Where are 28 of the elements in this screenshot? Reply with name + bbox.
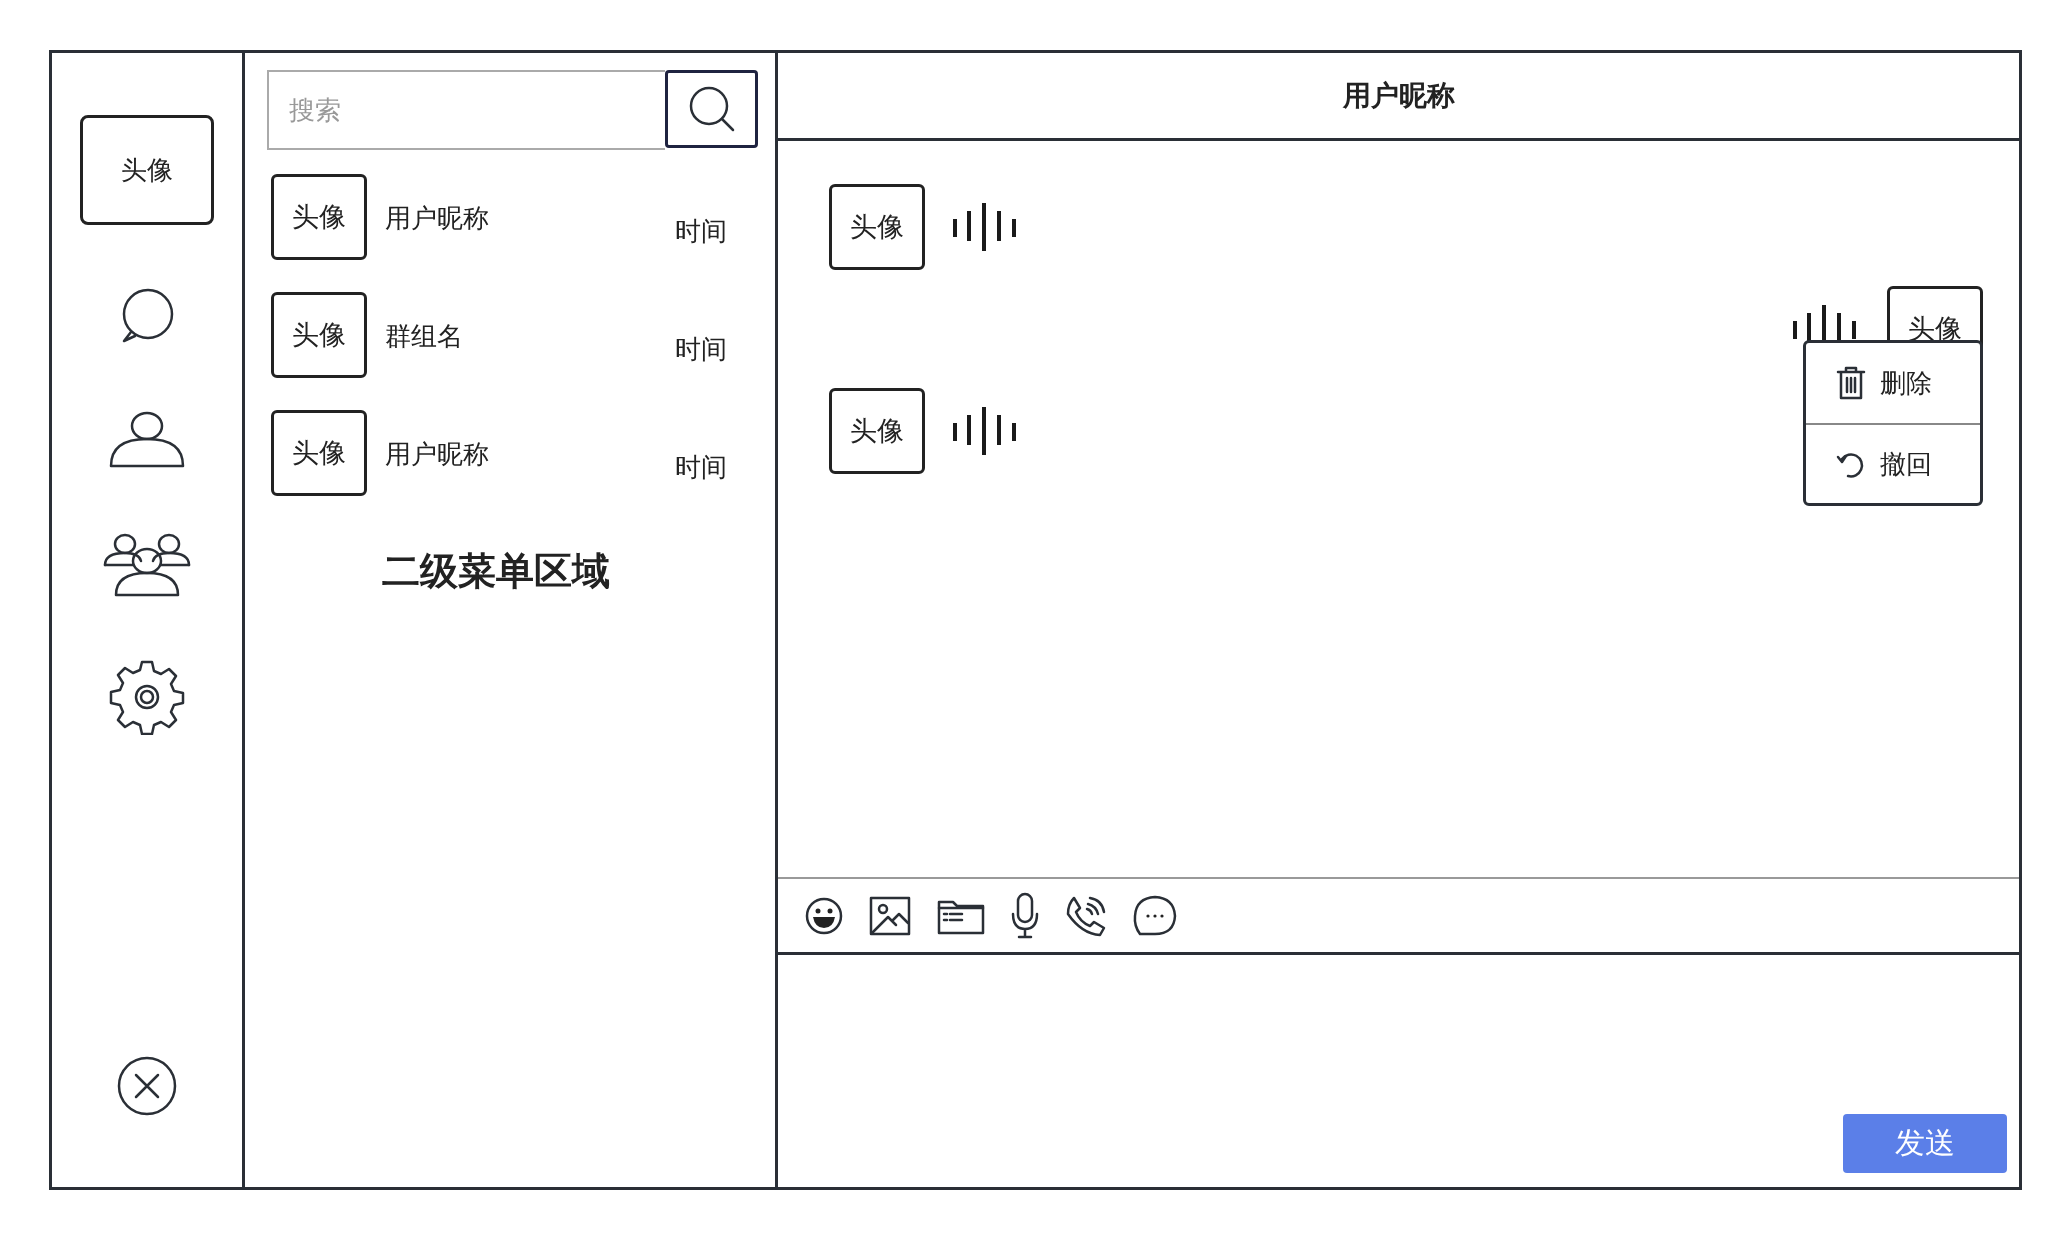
conversation-time: 时间 [675, 215, 727, 248]
image-icon[interactable] [868, 894, 912, 937]
avatar: 头像 [829, 388, 925, 474]
conversation-time: 时间 [675, 333, 727, 366]
conversation-name[interactable]: 用户昵称 [385, 437, 675, 472]
menu-item[interactable]: 撤回 [1806, 423, 1980, 503]
send-button[interactable]: 发送 [1843, 1114, 2007, 1173]
search-button[interactable] [665, 70, 758, 148]
close-icon[interactable] [116, 1055, 178, 1117]
person-icon[interactable] [107, 409, 187, 469]
message-input[interactable]: 发送 [778, 955, 2019, 1187]
group-icon[interactable] [103, 531, 191, 597]
trash-icon [1836, 366, 1866, 400]
avatar: 头像 [829, 184, 925, 270]
conversation-name[interactable]: 用户昵称 [385, 201, 675, 236]
chat-title: 用户昵称 [1342, 77, 1455, 114]
avatar[interactable]: 头像 [80, 115, 214, 225]
avatar: 头像 [271, 410, 367, 496]
message-dots-icon[interactable] [1132, 893, 1178, 938]
conversation-time: 时间 [675, 451, 727, 484]
gear-icon[interactable] [109, 659, 185, 735]
avatar: 头像 [271, 174, 367, 260]
avatar: 头像 [271, 292, 367, 378]
microphone-icon[interactable] [1010, 891, 1040, 940]
conversation-name[interactable]: 群组名 [385, 319, 675, 354]
search-field[interactable]: 搜索 [267, 70, 665, 150]
area-label: 二级菜单区域 [381, 548, 610, 595]
smiley-icon[interactable] [804, 895, 844, 936]
